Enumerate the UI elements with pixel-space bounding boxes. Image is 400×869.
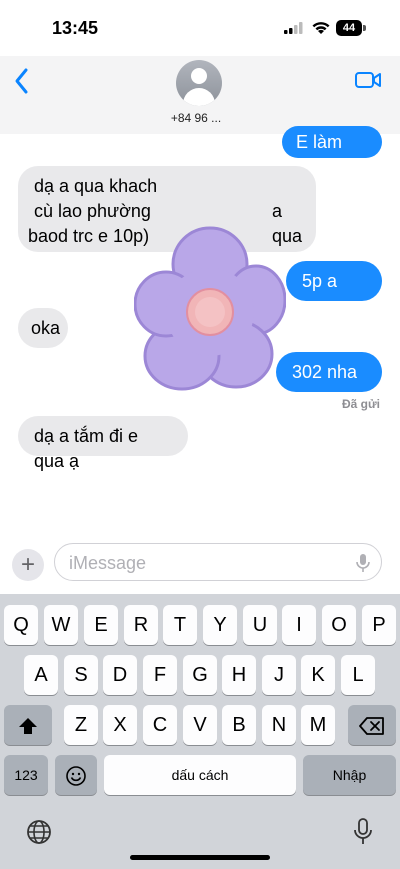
plus-icon[interactable]: + [12, 549, 44, 581]
message-bubble-outgoing[interactable]: 5p a qua [286, 261, 382, 316]
status-bar: 13:45 44 [0, 0, 400, 56]
message-bubble-outgoing[interactable]: 302 nha e [276, 352, 382, 407]
key[interactable]: O [322, 605, 356, 645]
numbers-key[interactable]: 123 [4, 755, 48, 795]
message-input[interactable] [67, 546, 341, 580]
message-line: dạ a qua khach [34, 176, 158, 196]
globe-icon[interactable] [25, 818, 53, 846]
key[interactable]: N [262, 705, 296, 745]
key[interactable]: H [222, 655, 256, 695]
emoji-icon [66, 765, 86, 786]
key[interactable]: Z [64, 705, 98, 745]
battery-cap [363, 25, 366, 31]
dictation-icon[interactable] [352, 817, 374, 847]
signal-icon [284, 22, 303, 34]
key[interactable]: F [143, 655, 177, 695]
back-icon[interactable] [12, 66, 32, 96]
avatar-head [191, 68, 207, 84]
key[interactable]: L [341, 655, 375, 695]
key[interactable]: S [64, 655, 98, 695]
key[interactable]: X [103, 705, 137, 745]
emoji-key[interactable] [55, 755, 97, 795]
flower-sticker[interactable] [134, 226, 286, 398]
video-icon[interactable] [354, 70, 382, 90]
key[interactable]: A [24, 655, 58, 695]
delivered-status: Đã gửi [341, 397, 380, 411]
key[interactable]: K [301, 655, 335, 695]
key[interactable]: D [103, 655, 137, 695]
status-time: 13:45 [52, 18, 99, 38]
key[interactable]: C [143, 705, 177, 745]
shift-key[interactable] [4, 705, 52, 745]
message-list: E làm ko? dạ a qua khach cù lao phường a… [0, 126, 400, 534]
space-key[interactable]: dấu cách [104, 755, 296, 795]
backspace-key[interactable] [348, 705, 396, 745]
backspace-icon [359, 716, 384, 735]
avatar-body [183, 88, 215, 106]
key[interactable]: B [222, 705, 256, 745]
keyboard: Q W E R T Y U I O P A S D F G H J K L Z … [0, 594, 400, 869]
key[interactable]: Y [203, 605, 237, 645]
message-bubble-incoming[interactable]: oka [18, 308, 68, 348]
key[interactable]: E [84, 605, 118, 645]
battery-icon: 44 [336, 20, 362, 36]
shift-icon [19, 717, 37, 734]
key[interactable]: Q [4, 605, 38, 645]
avatar[interactable] [176, 60, 222, 106]
message-field[interactable] [54, 543, 382, 581]
key[interactable]: W [44, 605, 78, 645]
key[interactable]: G [183, 655, 217, 695]
contact-name[interactable]: +84 96 ... [146, 110, 246, 122]
message-line: cù lao phường a qua [34, 199, 302, 246]
key[interactable]: J [262, 655, 296, 695]
compose-bar: + [0, 534, 400, 594]
return-key[interactable]: Nhập [303, 755, 396, 795]
key[interactable]: P [362, 605, 396, 645]
key[interactable]: R [124, 605, 158, 645]
message-line-part: cù lao phường [34, 201, 151, 221]
key[interactable]: U [243, 605, 277, 645]
home-indicator [130, 855, 270, 860]
key[interactable]: V [183, 705, 217, 745]
message-bubble-outgoing[interactable]: E làm ko? [282, 126, 382, 178]
message-bubble-incoming[interactable]: dạ a tắm đi e qua ạ [18, 416, 188, 471]
key[interactable]: I [282, 605, 316, 645]
conversation-header: +84 96 ... [0, 56, 400, 134]
key[interactable]: M [301, 705, 335, 745]
mic-icon[interactable] [355, 553, 371, 573]
wifi-icon [312, 22, 330, 34]
key[interactable]: T [163, 605, 197, 645]
